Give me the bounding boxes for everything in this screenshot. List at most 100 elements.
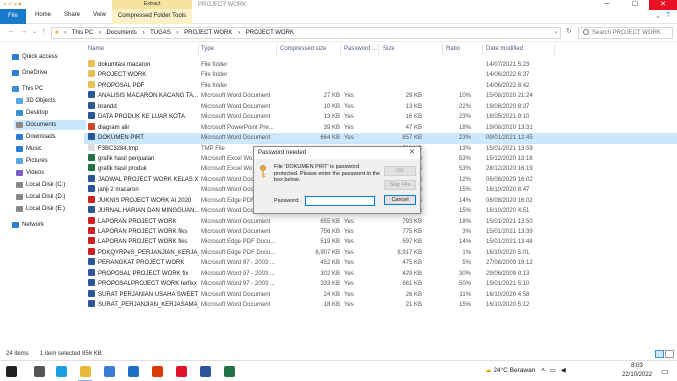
expand-ribbon-icon[interactable]: ⌄ (655, 12, 661, 20)
file-date: 15/01/2021 13:39 (486, 229, 533, 235)
notifications-icon[interactable]: ▭ (661, 367, 669, 376)
file-row[interactable]: ANALISIS MACARON KACANG TA... Microsoft W… (84, 91, 677, 101)
up-button[interactable]: ↑ (42, 28, 46, 35)
quick-access-toolbar[interactable]: ▪ ✓ ▪ ▾ (4, 1, 21, 8)
file-row[interactable]: SURAT PERJANIAN USAHA SWEET ... Microsoft… (84, 289, 677, 300)
nav-documents[interactable]: Documents (14, 120, 86, 130)
nav-local-disk-c[interactable]: Local Disk (C:) (14, 180, 86, 190)
tray-chevron-icon[interactable]: ˄ (541, 367, 545, 374)
breadcrumb-project-work[interactable]: PROJECT WORK (184, 30, 232, 36)
tab-compressed-folder-tools[interactable]: Compressed Folder Tools (112, 9, 192, 24)
clock[interactable]: 8:03 22/10/2022 (620, 362, 654, 380)
cancel-button[interactable]: Cancel (384, 195, 416, 205)
breadcrumb-tugas[interactable]: TUGAS (150, 30, 171, 36)
file-row[interactable]: LAPORAN PROJECT WORK Microsoft Word Docum… (84, 216, 677, 227)
column-divider[interactable] (276, 44, 277, 55)
column-date-modified[interactable]: Date modified (486, 46, 523, 52)
recent-dropdown-icon[interactable]: ⌄ (32, 28, 37, 35)
column-divider[interactable] (554, 44, 555, 55)
ok-button[interactable]: OK (384, 166, 416, 176)
file-row[interactable]: PERANGKAT PROJECT WORK Microsoft Word 97 … (84, 258, 677, 268)
password-input[interactable] (305, 196, 375, 206)
file-row[interactable]: PROPOSAL PROJECT WORK fix Microsoft Word … (84, 268, 677, 279)
nav-this-pc[interactable]: This PC (10, 84, 82, 94)
weather-text[interactable]: 24°C Berawan (493, 367, 535, 374)
start-icon[interactable] (6, 366, 17, 377)
breadcrumb-documents[interactable]: Documents (107, 30, 137, 36)
column-divider[interactable] (198, 44, 199, 55)
column-size[interactable]: Size (383, 46, 395, 52)
column-name[interactable]: Name (88, 46, 104, 52)
breadcrumb-project-work-current[interactable]: PROJECT WORK (246, 30, 294, 36)
column-divider[interactable] (482, 44, 483, 55)
tab-file[interactable]: File (0, 9, 26, 24)
details-view-button[interactable] (655, 350, 664, 358)
dialog-close-button[interactable]: ✕ (409, 148, 415, 156)
address-dropdown-icon[interactable]: ⌄ (553, 27, 559, 35)
task-view-icon[interactable] (34, 366, 45, 377)
back-button[interactable]: ← (8, 28, 15, 35)
volume-icon[interactable]: ◀ (561, 367, 566, 374)
file-row[interactable]: dokumtasi macaron File folder 14/07/2021 5… (84, 60, 677, 70)
column-type[interactable]: Type (201, 46, 214, 52)
office-icon[interactable] (152, 366, 163, 377)
column-password[interactable]: Password ... (344, 46, 377, 52)
tab-home[interactable]: Home (35, 12, 51, 18)
refresh-icon[interactable]: ↻ (566, 27, 572, 35)
mail-icon[interactable] (128, 366, 139, 377)
forward-button[interactable]: → (20, 28, 27, 35)
breadcrumb-this-pc[interactable]: This PC (72, 30, 93, 36)
nav-desktop[interactable]: Desktop (14, 108, 86, 118)
tab-share[interactable]: Share (64, 12, 80, 18)
column-compressed-size[interactable]: Compressed size (280, 46, 326, 52)
nav-onedrive[interactable]: OneDrive (10, 68, 82, 78)
nav-downloads[interactable]: Downloads (14, 132, 86, 142)
minimize-button[interactable]: ─ (593, 0, 621, 10)
tab-view[interactable]: View (93, 12, 106, 18)
file-row[interactable]: PROJECT WORK File folder 14/06/2022 6:37 (84, 70, 677, 80)
weather-icon[interactable]: ☁ (485, 367, 492, 374)
nav-pictures[interactable]: Pictures (14, 156, 86, 166)
help-icon[interactable]: ? (666, 12, 670, 19)
nav-label: Quick access (22, 54, 58, 60)
file-compressed-size: 302 KB (320, 270, 340, 277)
maximize-button[interactable]: ☐ (621, 0, 649, 10)
nav-music[interactable]: Music (14, 144, 86, 154)
nav-quick-access[interactable]: Quick access (10, 52, 82, 62)
address-field[interactable]: ■ › This PC › Documents › TUGAS › PROJEC… (51, 27, 561, 39)
file-row[interactable]: DATA PRODUK KE LUAR KOTA Microsoft Word D… (84, 112, 677, 122)
nav-3d-objects[interactable]: 3D Objects (14, 96, 86, 106)
column-divider[interactable] (442, 44, 443, 55)
search-input[interactable]: Search PROJECT WORK (578, 27, 673, 39)
file-row[interactable]: SURAT_PERJANJIAN_KERJASAMA_... Microsoft … (84, 300, 677, 310)
store-icon[interactable] (104, 366, 115, 377)
file-icon (88, 206, 95, 214)
opera-icon[interactable] (176, 366, 187, 377)
nav-network[interactable]: Network (10, 220, 82, 230)
column-divider[interactable] (378, 44, 379, 55)
file-row[interactable]: diagram alir Microsoft PowerPoint Pre... 3… (84, 122, 677, 133)
file-row[interactable]: DOKUMEN PIRT Microsoft Word Document 664 K… (84, 133, 677, 144)
nav-local-disk-e[interactable]: Local Disk (E:) (14, 204, 86, 214)
nav-videos[interactable]: Videos (14, 168, 86, 178)
file-explorer-icon[interactable] (80, 366, 91, 377)
file-row[interactable]: brandd Microsoft Word Document 10 KB Yes 13 … (84, 101, 677, 112)
file-name: PROPOSAL PDF (98, 82, 145, 89)
folder-icon: ■ (55, 30, 59, 36)
excel-icon[interactable] (224, 366, 235, 377)
skip-file-button[interactable]: Skip File (384, 180, 416, 190)
word-icon[interactable] (200, 366, 211, 377)
file-row[interactable]: LAPORAN PROJECT WORK fiks Microsoft Edge … (84, 237, 677, 247)
column-divider[interactable] (340, 44, 341, 55)
file-password: Yes (344, 291, 354, 298)
network-tray-icon[interactable]: ▭ (550, 367, 556, 374)
file-row[interactable]: PROPOSALPROJECT WORK terfixx Microsoft Wo… (84, 279, 677, 289)
edge-icon[interactable] (56, 366, 67, 377)
close-button[interactable]: ✕ (649, 0, 677, 10)
file-row[interactable]: PROPOSAL PDF File folder 14/06/2022 8:42 (84, 80, 677, 91)
nav-local-disk-d[interactable]: Local Disk (D:) (14, 192, 86, 202)
file-row[interactable]: PDKQYRPeS_PERJANJIAN_KERJA_S... Microsoft… (84, 247, 677, 258)
large-icons-view-button[interactable] (665, 350, 674, 358)
column-ratio[interactable]: Ratio (446, 46, 460, 52)
file-row[interactable]: LAPORAN PROJECT WORK fiks Microsoft Word … (84, 227, 677, 237)
